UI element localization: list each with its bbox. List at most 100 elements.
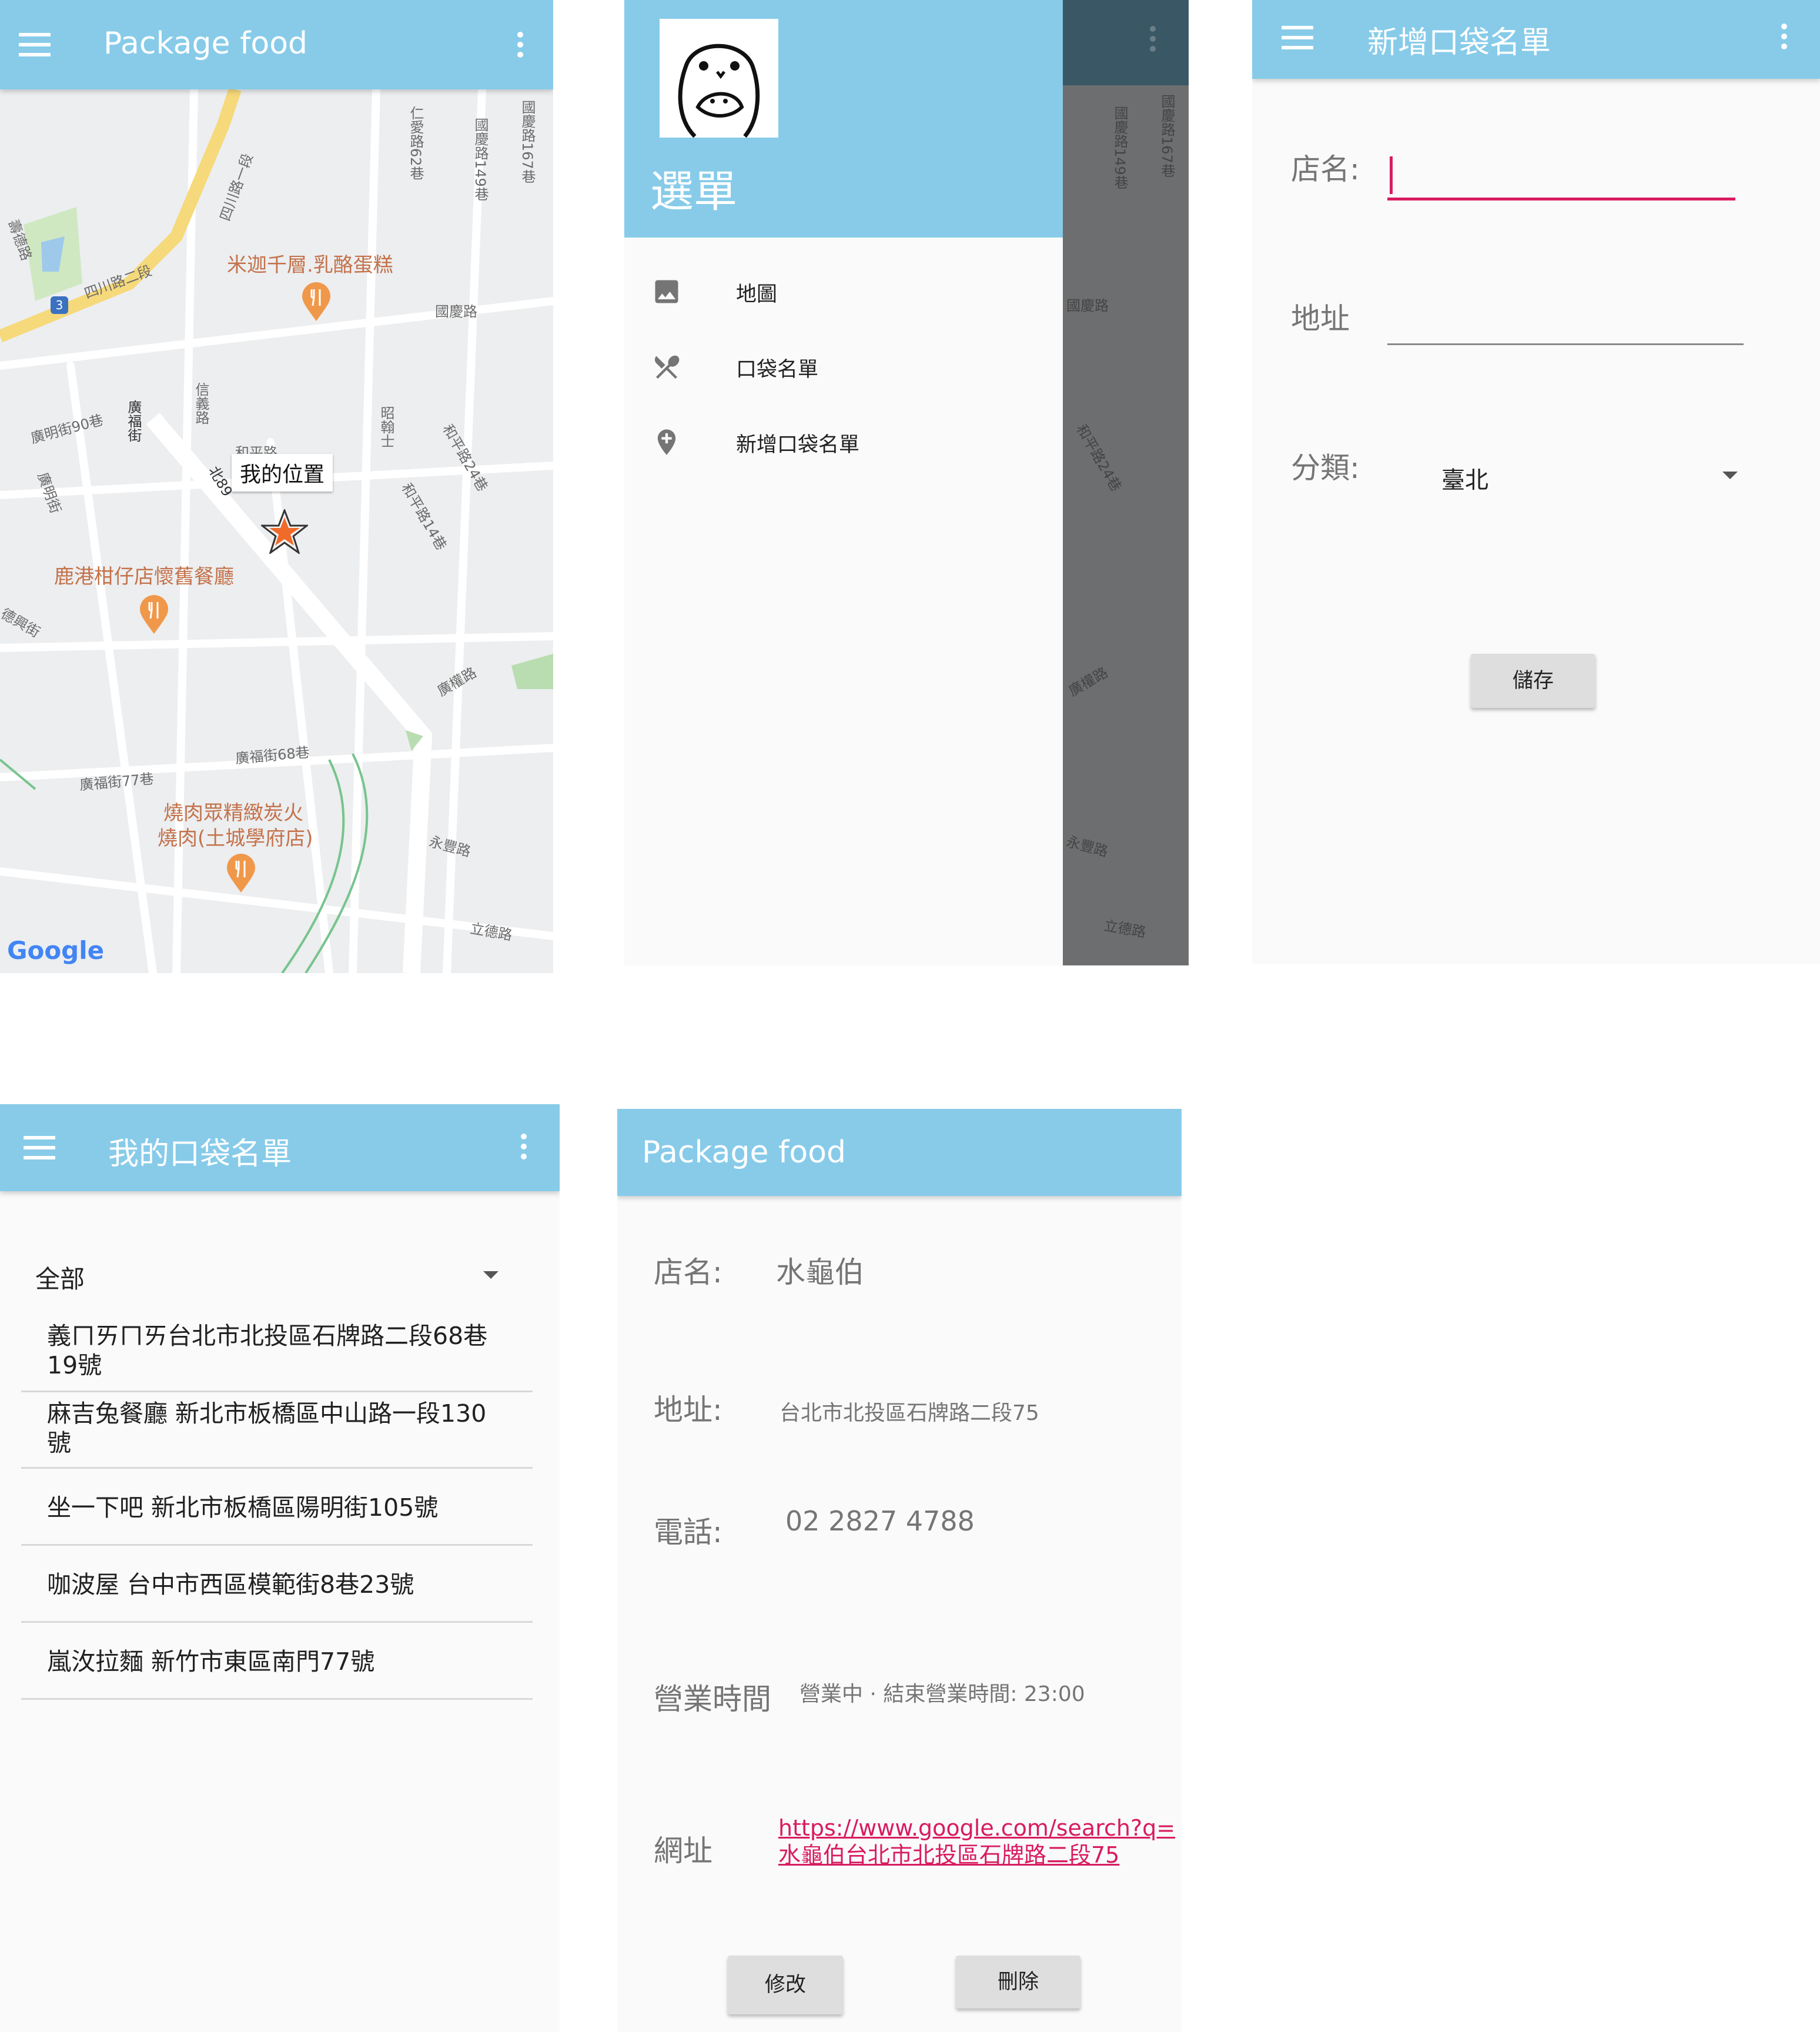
chevron-down-icon (483, 1271, 499, 1279)
star-marker-icon[interactable] (261, 509, 308, 554)
name-input-underline (1387, 198, 1735, 200)
address-label: 地址: (654, 1393, 722, 1427)
drawer-item-label: 新增口袋名單 (736, 433, 860, 457)
text-cursor (1390, 156, 1393, 194)
category-label: 分類: (1291, 451, 1360, 485)
street-label: 永豐路 (1064, 833, 1110, 860)
list-item[interactable]: 麻吉兔餐廳 新北市板橋區中山路一段130 號 (21, 1392, 533, 1469)
add-pocket-screen: 新增口袋名單 店名: 地址 分類: 臺北 儲存 (1252, 0, 1820, 964)
more-options-icon[interactable] (521, 1134, 528, 1164)
website-link-line: https://www.google.com/search?q= (778, 1815, 1176, 1841)
category-selected-value: 臺北 (1441, 467, 1488, 494)
list-item-text: 嵐㳊拉麵 新竹市東區南門77號 (47, 1647, 375, 1676)
hours-label: 營業時間 (654, 1682, 771, 1716)
drawer-item-label: 地圖 (736, 283, 778, 306)
url-label: 網址 (654, 1834, 712, 1868)
list-item[interactable]: 咖波屋 台中市西區模範街8巷23號 (21, 1546, 533, 1623)
pocket-list-screen: 我的口袋名單 全部 義ㄇㄞㄇㄞ台北市北投區石牌路二段68巷 19號 麻吉兔餐廳 … (0, 1104, 560, 2032)
street-label: 立德路 (1102, 917, 1147, 941)
street-label: 國慶路167巷 (1159, 94, 1175, 178)
hours-value: 營業中 · 結束營業時間: 23:00 (799, 1682, 1085, 1706)
map-screen: Package food 仁愛路62巷 國慶路149巷 國慶路167巷 四川路一… (0, 0, 553, 973)
list-item-text: 咖波屋 台中市西區模範街8巷23號 (47, 1570, 414, 1599)
street-label: 和平路24巷 (1073, 421, 1125, 494)
drawer-item-map[interactable]: 地圖 (624, 256, 1063, 321)
website-link[interactable]: https://www.google.com/search?q= 水龜伯台北市北… (778, 1814, 1175, 1869)
chevron-down-icon (1722, 472, 1738, 479)
detail-screen: Package food 店名: 水龜伯 地址: 台北市北投區石牌路二段75 電… (617, 1109, 1182, 2032)
more-options-icon[interactable] (1781, 24, 1788, 54)
drawer-item-pocket-list[interactable]: 口袋名單 (624, 332, 1063, 396)
add-location-icon (657, 429, 676, 455)
restaurant-pin-icon[interactable] (226, 854, 256, 894)
drawer-title: 選單 (650, 166, 737, 217)
address-input-underline (1387, 343, 1744, 345)
menu-icon[interactable] (19, 33, 51, 56)
street-label: 信義路 (193, 382, 209, 425)
edit-button[interactable]: 修改 (728, 1956, 843, 2014)
list-item[interactable]: 嵐㳊拉麵 新竹市東區南門77號 (21, 1623, 533, 1700)
filter-selected-value: 全部 (35, 1265, 85, 1294)
list-item-text: 19號 (47, 1351, 102, 1379)
list-item-text: 義ㄇㄞㄇㄞ台北市北投區石牌路二段68巷 (47, 1322, 488, 1350)
screen-title: 新增口袋名單 (1367, 25, 1551, 61)
place-label[interactable]: 鹿港柑仔店懷舊餐廳 (54, 560, 234, 589)
name-label: 店名: (1291, 152, 1360, 186)
restaurant-pin-icon[interactable] (139, 595, 169, 635)
list-item-text: 號 (47, 1429, 71, 1457)
address-value: 台北市北投區石牌路二段75 (779, 1401, 1039, 1425)
more-options-icon (1150, 26, 1157, 56)
drawer-screen: 國慶路149巷 國慶路167巷 國慶路 和平路24巷 廣權路 永豐路 立德路 選… (624, 0, 1189, 965)
list-item[interactable]: 義ㄇㄞㄇㄞ台北市北投區石牌路二段68巷 19號 (21, 1316, 533, 1392)
street-label: 廣權路 (1066, 664, 1111, 700)
address-label: 地址 (1291, 302, 1350, 336)
top-app-bar: 新增口袋名單 (1252, 0, 1820, 79)
top-app-bar: 我的口袋名單 (0, 1104, 560, 1191)
more-options-icon[interactable] (517, 32, 524, 62)
drawer-item-label: 口袋名單 (736, 358, 819, 382)
website-link-line: 水龜伯台北市北投區石牌路二段75 (778, 1842, 1120, 1868)
place-label[interactable]: 燒肉眾精緻炭火 (163, 797, 303, 825)
my-location-info-window: 我的位置 (232, 454, 333, 492)
drawer-header: 選單 (624, 0, 1063, 238)
drawer-scrim[interactable]: 國慶路149巷 國慶路167巷 國慶路 和平路24巷 廣權路 永豐路 立德路 (1063, 0, 1189, 965)
street-label: 國慶路 (435, 303, 477, 320)
top-app-bar: Package food (0, 0, 553, 89)
list-item[interactable]: 坐一下吧 新北市板橋區陽明街105號 (21, 1469, 533, 1546)
list-item-text: 坐一下吧 新北市板橋區陽明街105號 (47, 1493, 439, 1522)
save-button[interactable]: 儲存 (1471, 654, 1595, 708)
screen-title: 我的口袋名單 (108, 1137, 292, 1172)
phone-value[interactable]: 02 2827 4788 (785, 1505, 975, 1537)
street-label: 國慶路149巷 (1112, 106, 1128, 189)
name-input[interactable] (1387, 136, 1735, 200)
top-app-bar: Package food (617, 1109, 1182, 1196)
menu-icon[interactable] (1282, 26, 1313, 49)
navigation-drawer: 選單 地圖 口袋名單 新增口袋名單 (624, 0, 1063, 965)
delete-button[interactable]: 刪除 (956, 1956, 1080, 2008)
filter-dropdown[interactable]: 全部 (21, 1251, 521, 1298)
name-value: 水龜伯 (776, 1255, 864, 1289)
address-input[interactable] (1387, 282, 1744, 347)
street-label: 國慶路149巷 (472, 118, 489, 201)
name-label: 店名: (654, 1255, 722, 1289)
drawer-item-add-pocket[interactable]: 新增口袋名單 (624, 407, 1063, 472)
utensils-icon (654, 355, 680, 379)
menu-icon[interactable] (24, 1136, 55, 1159)
category-dropdown[interactable]: 臺北 (1428, 453, 1740, 500)
app-title: Package food (103, 26, 308, 61)
route-badge: 3 (51, 296, 68, 314)
avatar (660, 19, 778, 138)
image-icon (655, 280, 678, 303)
place-label[interactable]: 燒肉(土城學府店) (158, 822, 313, 851)
street-label: 國慶路167巷 (519, 100, 536, 183)
place-label[interactable]: 米迦千層.乳酪蛋糕 (227, 249, 393, 278)
street-label: 仁愛路62巷 (407, 106, 424, 181)
phone-label: 電話: (654, 1515, 722, 1549)
list-item-text: 麻吉兔餐廳 新北市板橋區中山路一段130 (47, 1399, 487, 1428)
google-logo: Google (7, 936, 105, 965)
street-label: 國慶路 (1066, 298, 1109, 314)
restaurant-pin-icon[interactable] (301, 282, 332, 322)
street-label: 廣福街 (125, 400, 142, 442)
street-label: 昭翰士 (378, 406, 394, 448)
app-title: Package food (642, 1135, 847, 1170)
